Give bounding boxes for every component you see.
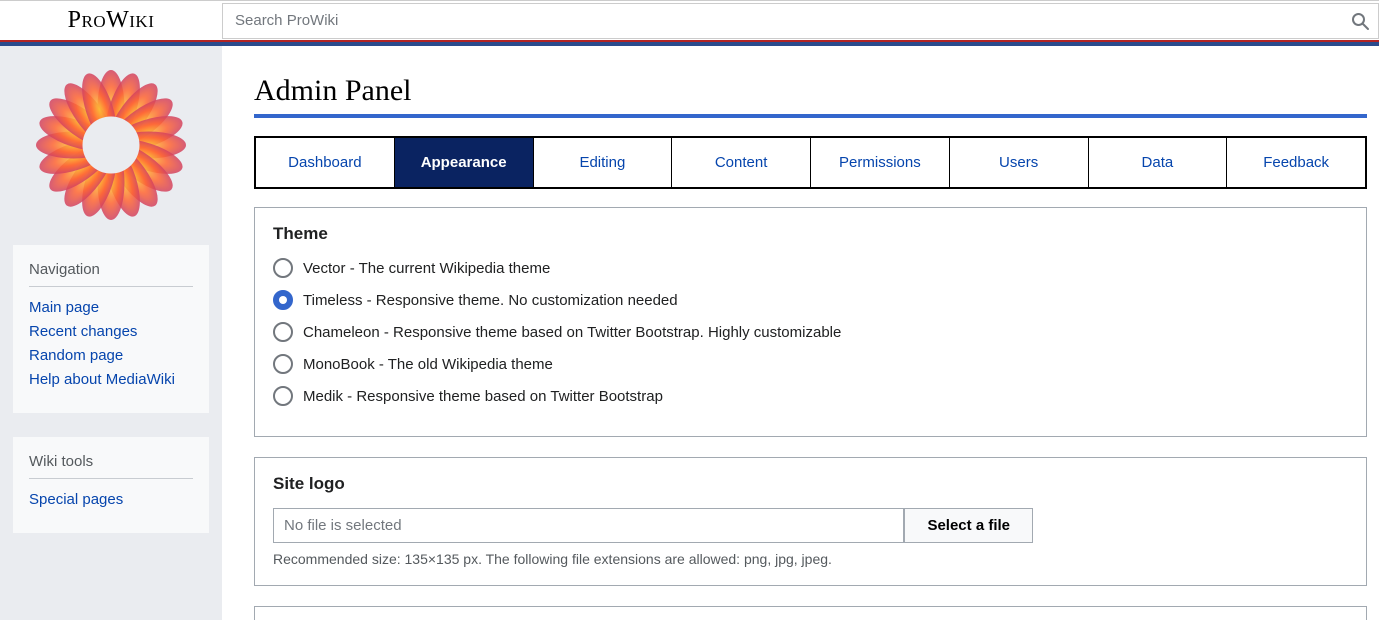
wiki-tools-heading: Wiki tools (29, 453, 193, 479)
search-icon[interactable] (1342, 3, 1378, 39)
file-display: No file is selected (273, 508, 904, 543)
theme-options: Vector - The current Wikipedia theme Time… (273, 258, 1348, 406)
theme-radio[interactable] (273, 322, 293, 342)
wiki-tools-list: Special pages (29, 491, 193, 508)
main-content: Admin Panel DashboardAppearanceEditingCo… (222, 46, 1379, 620)
tab-permissions[interactable]: Permissions (811, 138, 950, 187)
theme-option-label[interactable]: Medik - Responsive theme based on Twitte… (303, 388, 663, 405)
theme-option-row: MonoBook - The old Wikipedia theme (273, 354, 1348, 374)
file-selector-row: No file is selected Select a file (273, 508, 1033, 543)
nav-link[interactable]: Main page (29, 299, 99, 316)
nav-item: Help about MediaWiki (29, 371, 193, 388)
admin-tabs: DashboardAppearanceEditingContentPermiss… (254, 136, 1367, 189)
tab-dashboard[interactable]: Dashboard (256, 138, 395, 187)
theme-option-label[interactable]: Vector - The current Wikipedia theme (303, 260, 550, 277)
theme-option-row: Timeless - Responsive theme. No customiz… (273, 290, 1348, 310)
tab-users[interactable]: Users (950, 138, 1089, 187)
theme-radio[interactable] (273, 290, 293, 310)
select-file-button[interactable]: Select a file (904, 508, 1033, 543)
theme-radio[interactable] (273, 386, 293, 406)
tab-data[interactable]: Data (1089, 138, 1228, 187)
nav-item: Main page (29, 299, 193, 316)
nav-link[interactable]: Recent changes (29, 323, 137, 340)
theme-option-row: Chameleon - Responsive theme based on Tw… (273, 322, 1348, 342)
wiki-tools-box: Wiki tools Special pages (12, 436, 210, 534)
search-box (222, 3, 1379, 39)
theme-option-label[interactable]: Timeless - Responsive theme. No customiz… (303, 292, 678, 309)
site-logo[interactable] (36, 70, 186, 220)
tools-item: Special pages (29, 491, 193, 508)
navigation-list: Main page Recent changes Random page Help a… (29, 299, 193, 388)
search-input[interactable] (223, 4, 1342, 38)
site-logo-title: Site logo (273, 474, 1348, 494)
theme-radio[interactable] (273, 258, 293, 278)
navigation-box: Navigation Main page Recent changes Random… (12, 244, 210, 414)
theme-radio[interactable] (273, 354, 293, 374)
nav-item: Random page (29, 347, 193, 364)
navigation-heading: Navigation (29, 261, 193, 287)
site-logo-panel: Site logo No file is selected Select a f… (254, 457, 1367, 586)
tab-appearance[interactable]: Appearance (395, 138, 534, 187)
nav-item: Recent changes (29, 323, 193, 340)
sidebar: Navigation Main page Recent changes Random… (0, 46, 222, 620)
theme-option-label[interactable]: MonoBook - The old Wikipedia theme (303, 356, 553, 373)
brand-title: ProWiki (0, 7, 222, 34)
tab-content[interactable]: Content (672, 138, 811, 187)
theme-option-row: Vector - The current Wikipedia theme (273, 258, 1348, 278)
page-title: Admin Panel (254, 74, 1367, 118)
theme-panel-title: Theme (273, 224, 1348, 244)
theme-panel: Theme Vector - The current Wikipedia the… (254, 207, 1367, 437)
theme-option-row: Medik - Responsive theme based on Twitte… (273, 386, 1348, 406)
nav-link[interactable]: Help about MediaWiki (29, 371, 175, 388)
theme-option-label[interactable]: Chameleon - Responsive theme based on Tw… (303, 324, 841, 341)
tab-feedback[interactable]: Feedback (1227, 138, 1365, 187)
tab-editing[interactable]: Editing (534, 138, 673, 187)
next-panel-peek (254, 606, 1367, 620)
nav-link[interactable]: Random page (29, 347, 123, 364)
tools-link[interactable]: Special pages (29, 491, 123, 508)
